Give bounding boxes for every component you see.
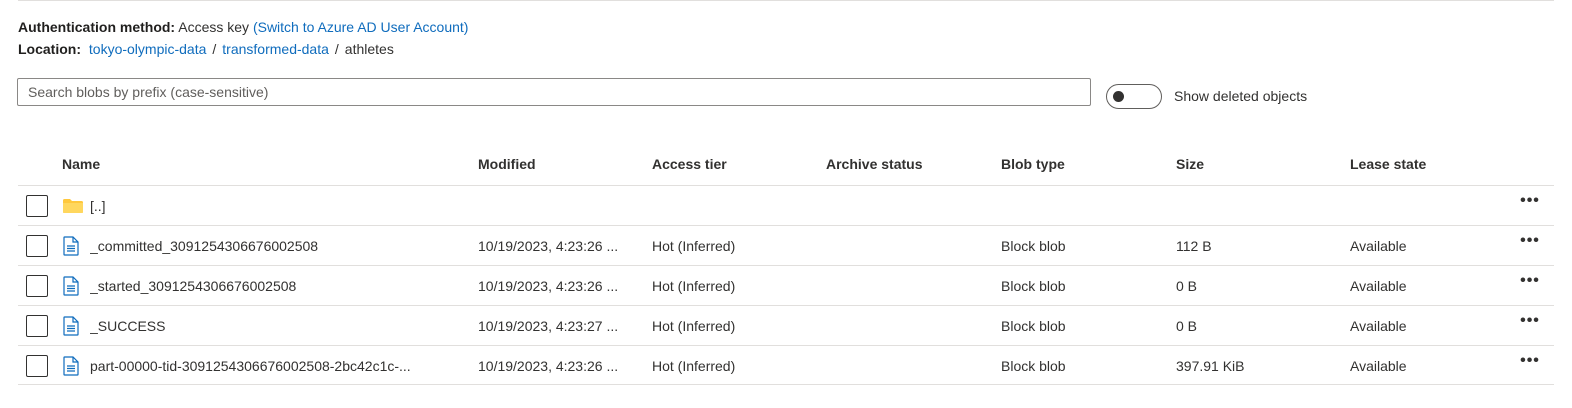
top-divider — [18, 0, 1554, 1]
modified-cell: 10/19/2023, 4:23:27 ... — [478, 318, 619, 334]
table-row[interactable]: _committed_3091254306676002508 10/19/202… — [18, 225, 1554, 265]
breadcrumb-separator: / — [212, 41, 217, 57]
blob-type-cell: Block blob — [1001, 238, 1066, 254]
breadcrumb-separator: / — [334, 41, 339, 57]
size-cell: 112 B — [1176, 238, 1212, 254]
lease-state-cell: Available — [1350, 278, 1407, 294]
access-tier-cell: Hot (Inferred) — [652, 238, 736, 254]
lease-state-cell: Available — [1350, 238, 1407, 254]
column-header-lease-state[interactable]: Lease state — [1350, 154, 1426, 174]
search-input[interactable] — [18, 79, 1090, 105]
lease-state-cell: Available — [1350, 318, 1407, 334]
access-tier-cell: Hot (Inferred) — [652, 318, 736, 334]
table-row[interactable]: part-00000-tid-3091254306676002508-2bc42… — [18, 345, 1554, 385]
modified-cell: 10/19/2023, 4:23:26 ... — [478, 278, 619, 294]
toggle-knob — [1113, 91, 1124, 102]
auth-label: Authentication method: — [18, 19, 176, 35]
auth-value: Access key — [178, 19, 250, 35]
search-box — [17, 78, 1091, 106]
more-actions-button[interactable]: ••• — [1516, 273, 1544, 294]
table-row[interactable]: [..] ••• — [18, 185, 1554, 225]
more-actions-button[interactable]: ••• — [1516, 193, 1544, 214]
column-header-archive-status[interactable]: Archive status — [826, 154, 922, 174]
blob-name[interactable]: part-00000-tid-3091254306676002508-2bc42… — [90, 356, 470, 376]
access-tier-cell: Hot (Inferred) — [652, 358, 736, 374]
column-header-access-tier[interactable]: Access tier — [652, 154, 727, 174]
more-actions-button[interactable]: ••• — [1516, 233, 1544, 254]
blob-name[interactable]: _committed_3091254306676002508 — [90, 236, 470, 256]
breadcrumb-folder[interactable]: transformed-data — [222, 41, 329, 57]
size-cell: 0 B — [1176, 318, 1198, 334]
row-checkbox[interactable] — [26, 195, 48, 217]
blob-name[interactable]: [..] — [90, 196, 470, 216]
authentication-method: Authentication method: Access key (Switc… — [18, 17, 468, 37]
location-label: Location: — [18, 41, 81, 57]
column-header-blob-type[interactable]: Blob type — [1001, 154, 1065, 174]
switch-auth-link[interactable]: (Switch to Azure AD User Account) — [253, 19, 469, 35]
file-icon — [62, 356, 80, 376]
file-icon — [62, 316, 80, 336]
row-checkbox[interactable] — [26, 315, 48, 337]
folder-icon — [62, 196, 83, 216]
breadcrumb: Location: tokyo-olympic-data / transformed… — [18, 39, 394, 59]
table-row[interactable]: _started_3091254306676002508 10/19/2023,… — [18, 265, 1554, 305]
table-row[interactable]: _SUCCESS 10/19/2023, 4:23:27 ... Hot (In… — [18, 305, 1554, 345]
size-cell: 397.91 KiB — [1176, 358, 1245, 374]
breadcrumb-current: athletes — [344, 41, 394, 57]
file-icon — [62, 236, 80, 256]
blob-name[interactable]: _SUCCESS — [90, 316, 470, 336]
modified-cell: 10/19/2023, 4:23:26 ... — [478, 238, 619, 254]
more-actions-button[interactable]: ••• — [1516, 313, 1544, 334]
lease-state-cell: Available — [1350, 358, 1407, 374]
row-checkbox[interactable] — [26, 275, 48, 297]
blob-type-cell: Block blob — [1001, 318, 1066, 334]
access-tier-cell: Hot (Inferred) — [652, 278, 736, 294]
blob-type-cell: Block blob — [1001, 358, 1066, 374]
blob-name[interactable]: _started_3091254306676002508 — [90, 276, 470, 296]
breadcrumb-container[interactable]: tokyo-olympic-data — [89, 41, 207, 57]
more-actions-button[interactable]: ••• — [1516, 353, 1544, 374]
column-header-size[interactable]: Size — [1176, 154, 1204, 174]
show-deleted-toggle[interactable] — [1106, 84, 1162, 109]
column-header-modified[interactable]: Modified — [478, 154, 536, 174]
size-cell: 0 B — [1176, 278, 1198, 294]
row-checkbox[interactable] — [26, 355, 48, 377]
file-icon — [62, 276, 80, 296]
modified-cell: 10/19/2023, 4:23:26 ... — [478, 358, 619, 374]
show-deleted-label: Show deleted objects — [1174, 88, 1308, 104]
blob-type-cell: Block blob — [1001, 278, 1066, 294]
row-checkbox[interactable] — [26, 235, 48, 257]
column-header-name[interactable]: Name — [62, 154, 100, 174]
